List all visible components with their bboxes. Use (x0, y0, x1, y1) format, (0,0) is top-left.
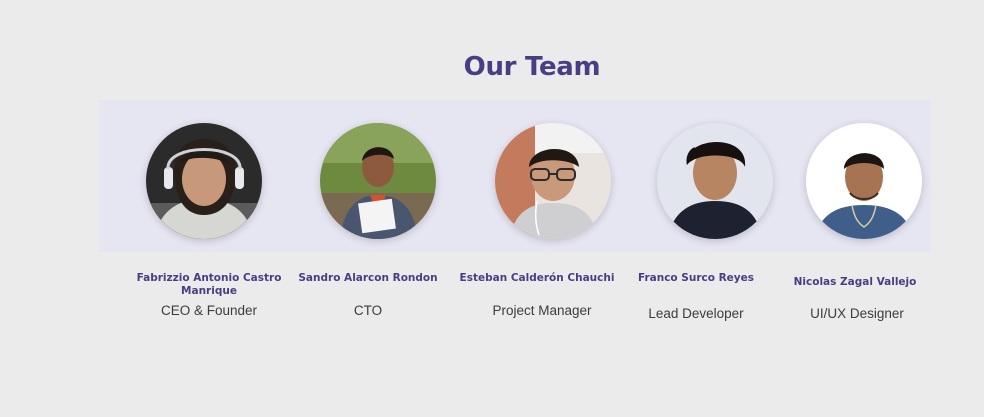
avatar-member-2 (320, 123, 436, 239)
person-photo-icon (320, 123, 436, 239)
person-photo-icon (806, 123, 922, 239)
avatar-member-4 (657, 123, 773, 239)
person-photo-icon (657, 123, 773, 239)
avatar-member-3 (495, 123, 611, 239)
member-4-role: Lead Developer (648, 306, 744, 321)
member-2-role: CTO (353, 303, 383, 318)
member-3-name: Esteban Calderón Chauchi (459, 272, 615, 284)
member-4-name: Franco Surco Reyes (637, 272, 755, 284)
section-title: Our Team (463, 52, 601, 82)
member-1-name: Fabrizzio Antonio Castro Manrique (136, 272, 282, 297)
member-1-role: CEO & Founder (160, 303, 258, 318)
avatar-member-1 (146, 123, 262, 239)
member-2-name: Sandro Alarcon Rondon (298, 272, 438, 284)
person-photo-icon (146, 123, 262, 239)
member-5-role: UI/UX Designer (810, 306, 904, 321)
member-3-role: Project Manager (492, 303, 592, 318)
member-5-name: Nicolas Zagal Vallejo (793, 276, 917, 288)
avatar-member-5 (806, 123, 922, 239)
person-photo-icon (495, 123, 611, 239)
